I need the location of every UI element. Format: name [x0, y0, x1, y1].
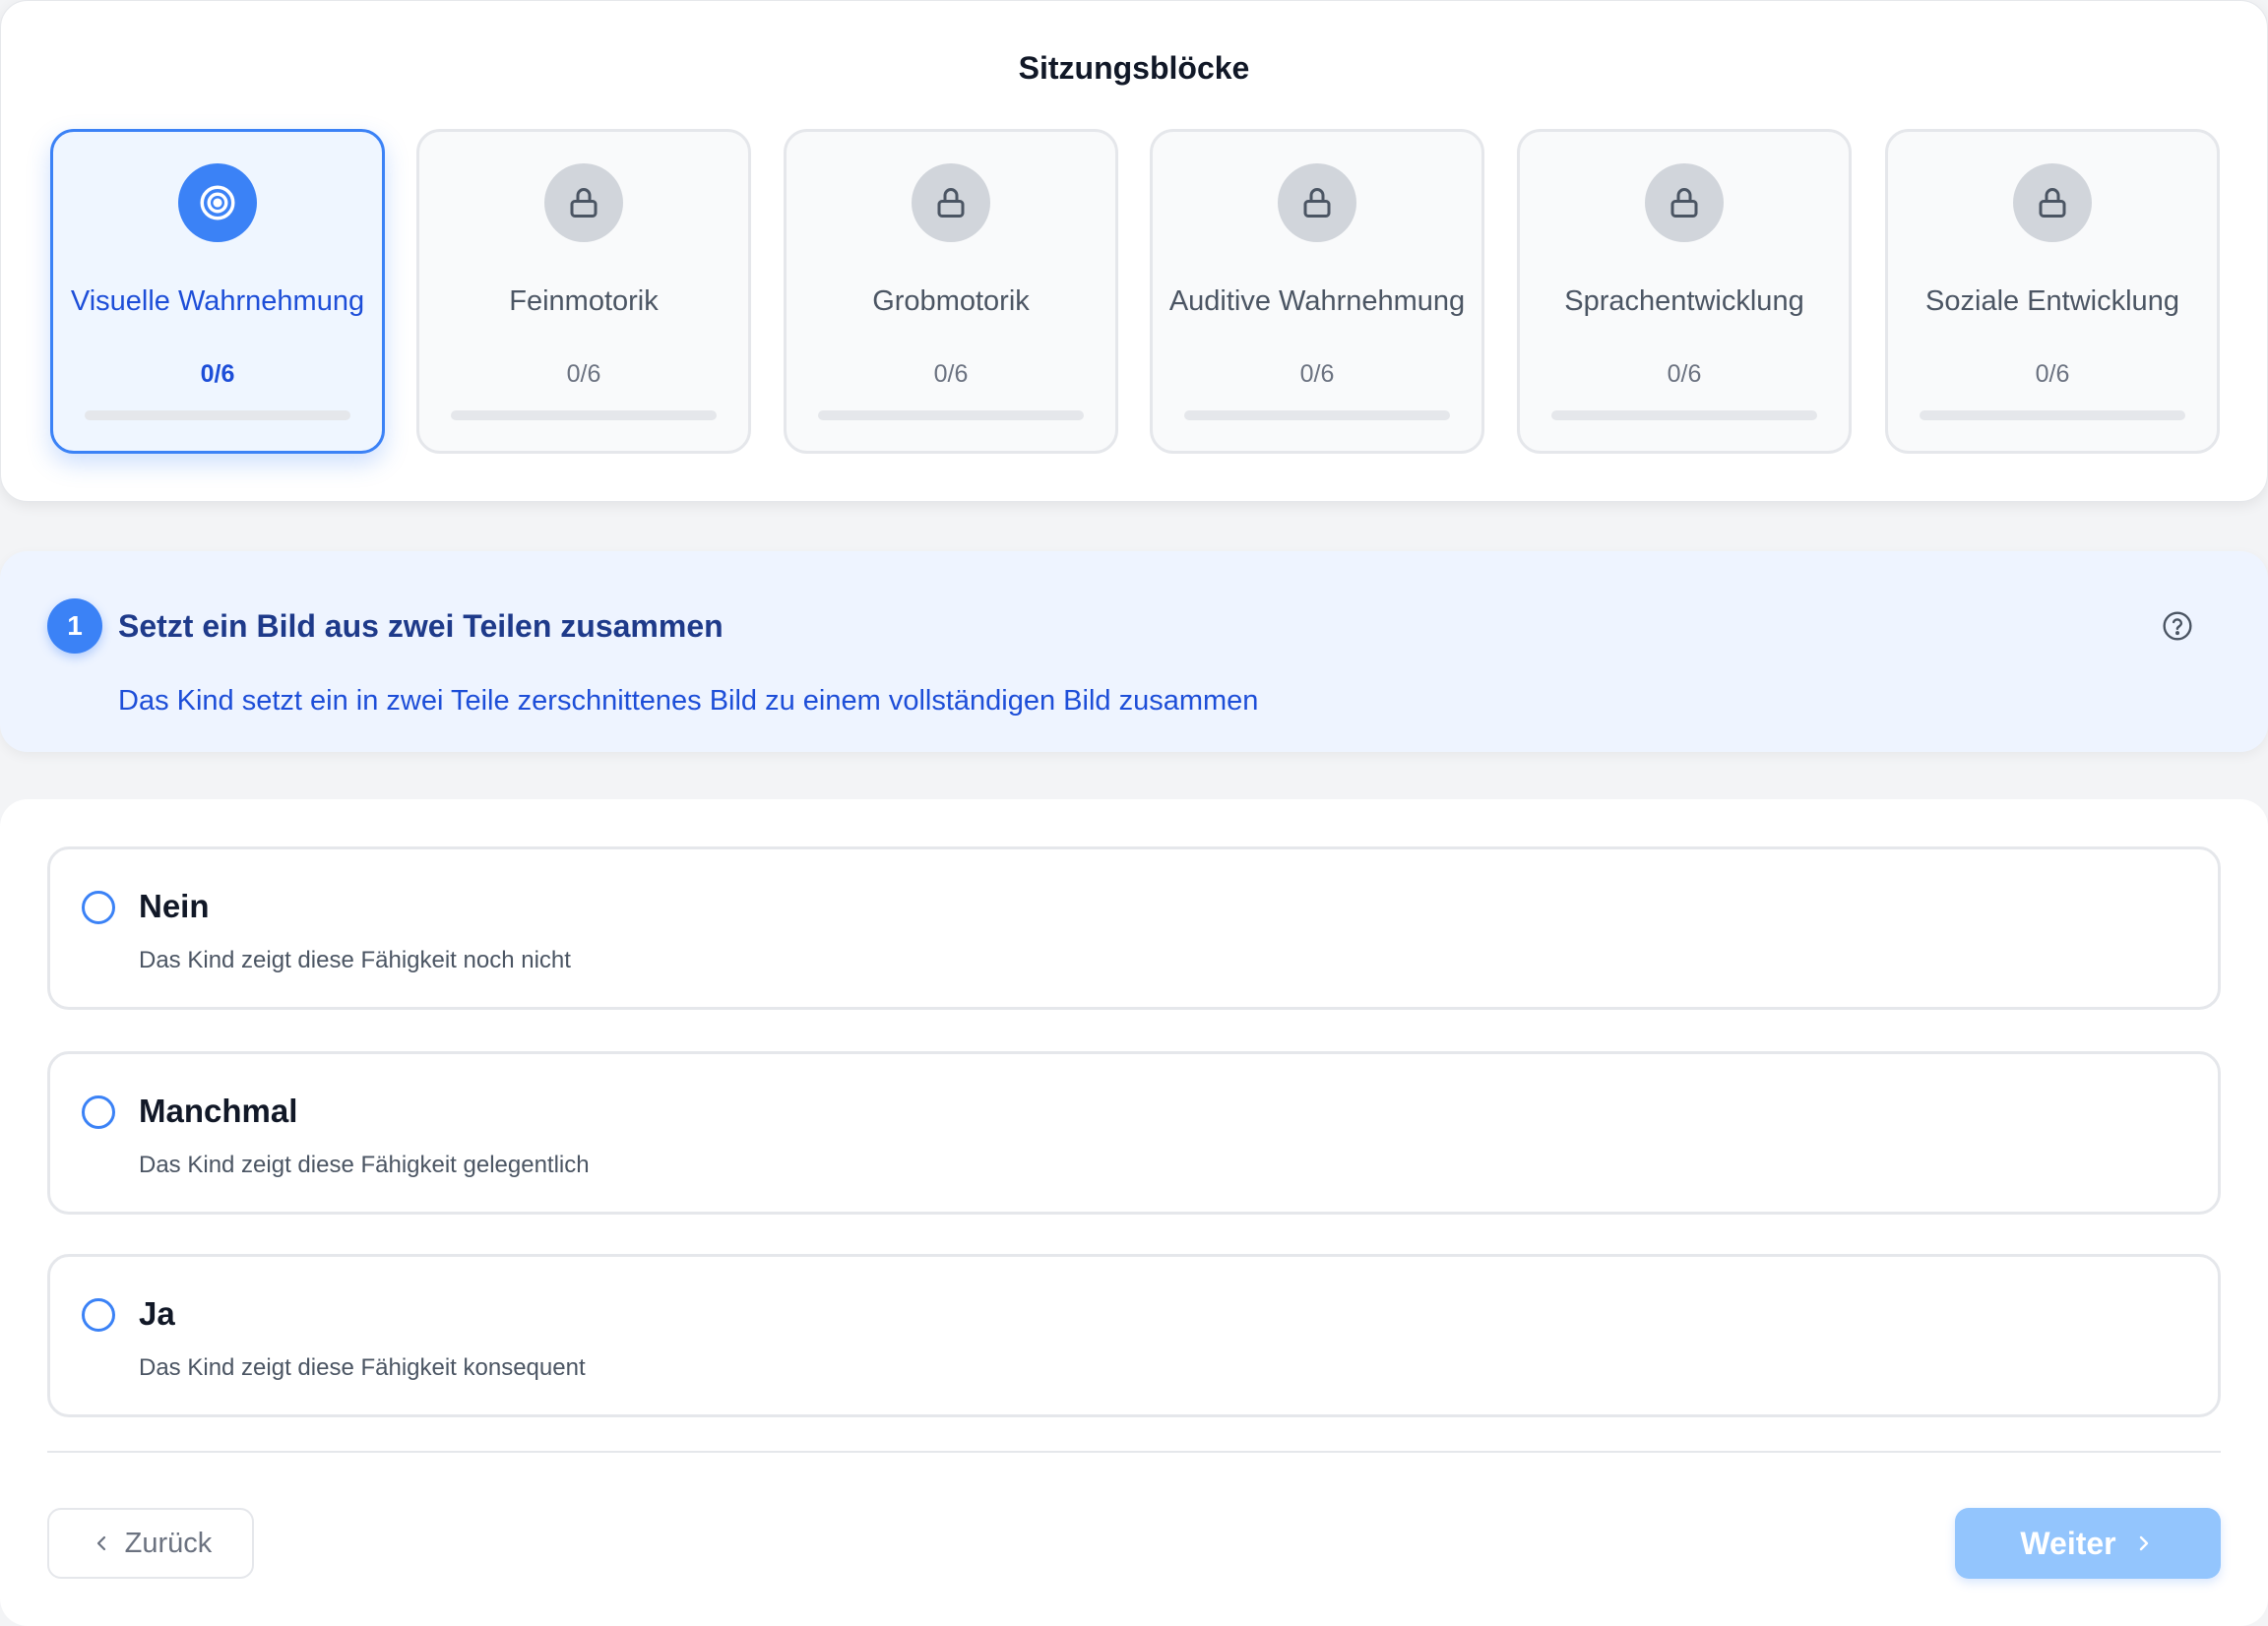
block-count: 0/6 [200, 360, 235, 388]
block-count: 0/6 [2035, 360, 2070, 388]
lock-icon [912, 163, 990, 242]
radio-ja[interactable] [82, 1298, 115, 1332]
chevron-left-icon [90, 1532, 113, 1555]
question-number-badge: 1 [47, 598, 102, 654]
block-progress-bar [1551, 410, 1817, 420]
block-auditive-wahrnehmung: Auditive Wahrnehmung 0/6 [1150, 129, 1484, 454]
block-count: 0/6 [566, 360, 601, 388]
block-label: Soziale Entwicklung [1925, 285, 2179, 317]
lock-icon [1278, 163, 1356, 242]
next-button-label: Weiter [2020, 1525, 2116, 1561]
option-description: Das Kind zeigt diese Fähigkeit gelegentl… [139, 1152, 590, 1178]
block-soziale-entwicklung: Soziale Entwicklung 0/6 [1885, 129, 2220, 454]
block-feinmotorik: Feinmotorik 0/6 [416, 129, 751, 454]
block-progress-bar [451, 410, 717, 420]
answers-card: Nein Das Kind zeigt diese Fähigkeit noch… [0, 799, 2268, 1626]
target-icon [178, 163, 257, 242]
block-progress-bar [818, 410, 1084, 420]
block-label: Grobmotorik [872, 285, 1030, 317]
block-progress-bar [85, 410, 350, 420]
block-label: Feinmotorik [509, 285, 659, 317]
block-label: Auditive Wahrnehmung [1168, 285, 1466, 317]
option-description: Das Kind zeigt diese Fähigkeit konsequen… [139, 1354, 586, 1381]
block-grobmotorik: Grobmotorik 0/6 [784, 129, 1118, 454]
block-visuelle-wahrnehmung[interactable]: Visuelle Wahrnehmung 0/6 [50, 129, 385, 454]
option-title: Manchmal [139, 1093, 298, 1129]
back-button[interactable]: Zurück [47, 1508, 254, 1579]
block-progress-bar [1920, 410, 2185, 420]
question-title: Setzt ein Bild aus zwei Teilen zusammen [118, 608, 724, 644]
next-button[interactable]: Weiter [1955, 1508, 2221, 1579]
divider [47, 1451, 2221, 1453]
session-blocks-card: Sitzungsblöcke Visuelle Wahrnehmung 0/6 … [0, 0, 2268, 502]
lock-icon [544, 163, 623, 242]
option-ja[interactable]: Ja Das Kind zeigt diese Fähigkeit konseq… [47, 1254, 2221, 1417]
radio-nein[interactable] [82, 891, 115, 924]
option-manchmal[interactable]: Manchmal Das Kind zeigt diese Fähigkeit … [47, 1051, 2221, 1215]
back-button-label: Zurück [124, 1527, 213, 1559]
block-count: 0/6 [933, 360, 969, 388]
session-blocks-row: Visuelle Wahrnehmung 0/6 Feinmotorik 0/6… [50, 129, 2220, 454]
block-progress-bar [1184, 410, 1450, 420]
question-card [0, 551, 2268, 752]
block-label: Visuelle Wahrnehmung [70, 285, 365, 317]
option-title: Ja [139, 1295, 175, 1332]
option-nein[interactable]: Nein Das Kind zeigt diese Fähigkeit noch… [47, 846, 2221, 1010]
question-description: Das Kind setzt ein in zwei Teile zerschn… [118, 685, 1259, 717]
lock-icon [1645, 163, 1724, 242]
block-label: Sprachentwicklung [1564, 285, 1804, 317]
session-blocks-title: Sitzungsblöcke [1018, 50, 1250, 86]
block-count: 0/6 [1299, 360, 1335, 388]
radio-manchmal[interactable] [82, 1095, 115, 1129]
chevron-right-icon [2132, 1532, 2156, 1555]
option-description: Das Kind zeigt diese Fähigkeit noch nich… [139, 947, 571, 973]
option-title: Nein [139, 888, 210, 924]
block-sprachentwicklung: Sprachentwicklung 0/6 [1517, 129, 1852, 454]
block-count: 0/6 [1667, 360, 1702, 388]
help-circle-icon[interactable] [2162, 610, 2193, 642]
lock-icon [2013, 163, 2092, 242]
